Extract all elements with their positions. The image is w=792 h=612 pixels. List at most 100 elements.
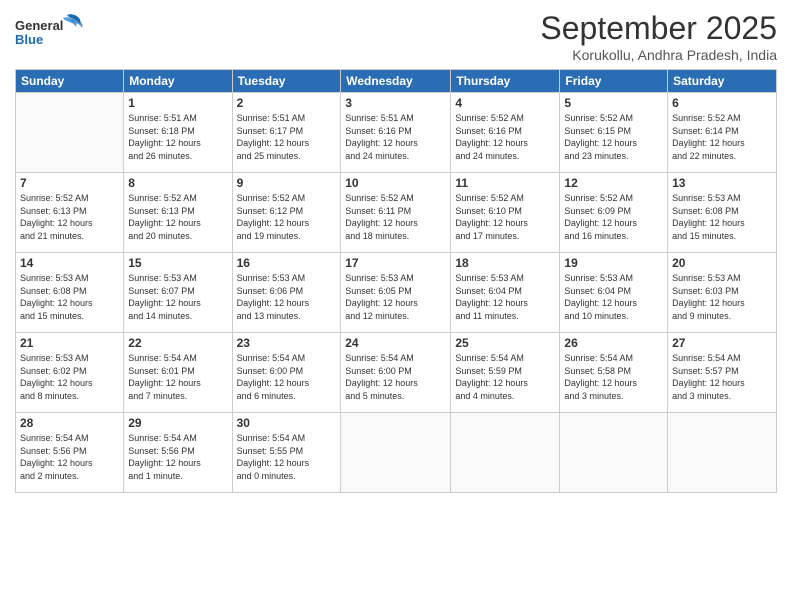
day-info: Sunrise: 5:53 AM Sunset: 6:05 PM Dayligh… — [345, 272, 446, 322]
day-info: Sunrise: 5:51 AM Sunset: 6:16 PM Dayligh… — [345, 112, 446, 162]
day-info: Sunrise: 5:52 AM Sunset: 6:12 PM Dayligh… — [237, 192, 337, 242]
day-number: 16 — [237, 256, 337, 270]
day-info: Sunrise: 5:52 AM Sunset: 6:13 PM Dayligh… — [20, 192, 119, 242]
calendar-cell — [668, 413, 777, 493]
calendar-cell: 13Sunrise: 5:53 AM Sunset: 6:08 PM Dayli… — [668, 173, 777, 253]
calendar-cell: 14 Sunrise: 5:53 AM Sunset: 6:08 PM Dayli… — [16, 253, 124, 333]
day-info: Sunrise: 5:53 AM Sunset: 6:06 PM Dayligh… — [237, 272, 337, 322]
calendar-cell — [341, 413, 451, 493]
day-number: 9 — [237, 176, 337, 190]
day-info: Sunrise: 5:53 AM Sunset: 6:02 PM Dayligh… — [20, 352, 119, 402]
calendar-cell: 26 Sunrise: 5:54 AM Sunset: 5:58 PM Dayli… — [560, 333, 668, 413]
calendar-cell: 22 Sunrise: 5:54 AM Sunset: 6:01 PM Dayli… — [124, 333, 232, 413]
day-number: 15 — [128, 256, 227, 270]
day-info: Sunrise: 5:54 AM Sunset: 5:57 PM Dayligh… — [672, 352, 772, 402]
title-block: September 2025 Korukollu, Andhra Pradesh… — [540, 10, 777, 63]
calendar: SundayMondayTuesdayWednesdayThursdayFrid… — [15, 69, 777, 493]
calendar-cell: 9 Sunrise: 5:52 AM Sunset: 6:12 PM Daylig… — [232, 173, 341, 253]
day-info: Sunrise: 5:52 AM Sunset: 6:15 PM Dayligh… — [564, 112, 663, 162]
week-row-1: 1 Sunrise: 5:51 AM Sunset: 6:18 PM Daylig… — [16, 93, 777, 173]
day-info: Sunrise: 5:54 AM Sunset: 5:56 PM Dayligh… — [20, 432, 119, 482]
day-info: Sunrise: 5:52 AM Sunset: 6:14 PM Dayligh… — [672, 112, 772, 162]
day-number: 30 — [237, 416, 337, 430]
day-info: Sunrise: 5:54 AM Sunset: 5:56 PM Dayligh… — [128, 432, 227, 482]
day-info: Sunrise: 5:52 AM Sunset: 6:10 PM Dayligh… — [455, 192, 555, 242]
day-info: Sunrise: 5:53 AM Sunset: 6:08 PM Dayligh… — [20, 272, 119, 322]
day-info: Sunrise: 5:52 AM Sunset: 6:16 PM Dayligh… — [455, 112, 555, 162]
day-number: 29 — [128, 416, 227, 430]
day-number: 14 — [20, 256, 119, 270]
day-number: 28 — [20, 416, 119, 430]
day-number: 10 — [345, 176, 446, 190]
calendar-cell — [451, 413, 560, 493]
day-number: 8 — [128, 176, 227, 190]
day-info: Sunrise: 5:54 AM Sunset: 6:00 PM Dayligh… — [345, 352, 446, 402]
weekday-sunday: Sunday — [16, 70, 124, 93]
day-info: Sunrise: 5:54 AM Sunset: 5:58 PM Dayligh… — [564, 352, 663, 402]
day-info: Sunrise: 5:52 AM Sunset: 6:11 PM Dayligh… — [345, 192, 446, 242]
day-number: 7 — [20, 176, 119, 190]
calendar-cell — [560, 413, 668, 493]
day-number: 5 — [564, 96, 663, 110]
day-info: Sunrise: 5:51 AM Sunset: 6:17 PM Dayligh… — [237, 112, 337, 162]
day-number: 20 — [672, 256, 772, 270]
weekday-friday: Friday — [560, 70, 668, 93]
day-info: Sunrise: 5:52 AM Sunset: 6:13 PM Dayligh… — [128, 192, 227, 242]
day-info: Sunrise: 5:53 AM Sunset: 6:07 PM Dayligh… — [128, 272, 227, 322]
day-info: Sunrise: 5:54 AM Sunset: 5:55 PM Dayligh… — [237, 432, 337, 482]
day-info: Sunrise: 5:54 AM Sunset: 6:01 PM Dayligh… — [128, 352, 227, 402]
day-info: Sunrise: 5:53 AM Sunset: 6:03 PM Dayligh… — [672, 272, 772, 322]
day-number: 22 — [128, 336, 227, 350]
calendar-cell: 21Sunrise: 5:53 AM Sunset: 6:02 PM Dayli… — [16, 333, 124, 413]
day-number: 1 — [128, 96, 227, 110]
weekday-wednesday: Wednesday — [341, 70, 451, 93]
day-number: 26 — [564, 336, 663, 350]
day-info: Sunrise: 5:54 AM Sunset: 5:59 PM Dayligh… — [455, 352, 555, 402]
svg-text:Blue: Blue — [15, 32, 43, 47]
calendar-cell: 11Sunrise: 5:52 AM Sunset: 6:10 PM Dayli… — [451, 173, 560, 253]
weekday-saturday: Saturday — [668, 70, 777, 93]
month-title: September 2025 — [540, 10, 777, 47]
calendar-cell: 7 Sunrise: 5:52 AM Sunset: 6:13 PM Daylig… — [16, 173, 124, 253]
calendar-cell: 16 Sunrise: 5:53 AM Sunset: 6:06 PM Dayli… — [232, 253, 341, 333]
week-row-4: 21Sunrise: 5:53 AM Sunset: 6:02 PM Dayli… — [16, 333, 777, 413]
svg-text:General: General — [15, 18, 63, 33]
calendar-cell: 23 Sunrise: 5:54 AM Sunset: 6:00 PM Dayli… — [232, 333, 341, 413]
calendar-cell: 15 Sunrise: 5:53 AM Sunset: 6:07 PM Dayli… — [124, 253, 232, 333]
calendar-cell: 27 Sunrise: 5:54 AM Sunset: 5:57 PM Dayli… — [668, 333, 777, 413]
day-number: 13 — [672, 176, 772, 190]
weekday-header-row: SundayMondayTuesdayWednesdayThursdayFrid… — [16, 70, 777, 93]
day-number: 17 — [345, 256, 446, 270]
day-number: 12 — [564, 176, 663, 190]
day-info: Sunrise: 5:53 AM Sunset: 6:04 PM Dayligh… — [455, 272, 555, 322]
calendar-cell: 4 Sunrise: 5:52 AM Sunset: 6:16 PM Daylig… — [451, 93, 560, 173]
calendar-cell — [16, 93, 124, 173]
calendar-cell: 29 Sunrise: 5:54 AM Sunset: 5:56 PM Dayli… — [124, 413, 232, 493]
calendar-cell: 20 Sunrise: 5:53 AM Sunset: 6:03 PM Dayli… — [668, 253, 777, 333]
weekday-tuesday: Tuesday — [232, 70, 341, 93]
day-number: 4 — [455, 96, 555, 110]
calendar-cell: 5 Sunrise: 5:52 AM Sunset: 6:15 PM Daylig… — [560, 93, 668, 173]
day-info: Sunrise: 5:53 AM Sunset: 6:04 PM Dayligh… — [564, 272, 663, 322]
day-number: 23 — [237, 336, 337, 350]
calendar-cell: 10 Sunrise: 5:52 AM Sunset: 6:11 PM Dayli… — [341, 173, 451, 253]
calendar-cell: 6 Sunrise: 5:52 AM Sunset: 6:14 PM Daylig… — [668, 93, 777, 173]
calendar-cell: 3 Sunrise: 5:51 AM Sunset: 6:16 PM Daylig… — [341, 93, 451, 173]
day-number: 6 — [672, 96, 772, 110]
calendar-cell: 2Sunrise: 5:51 AM Sunset: 6:17 PM Daylig… — [232, 93, 341, 173]
day-number: 19 — [564, 256, 663, 270]
weekday-monday: Monday — [124, 70, 232, 93]
calendar-cell: 28 Sunrise: 5:54 AM Sunset: 5:56 PM Dayli… — [16, 413, 124, 493]
logo: General Blue — [15, 10, 95, 55]
calendar-cell: 25Sunrise: 5:54 AM Sunset: 5:59 PM Dayli… — [451, 333, 560, 413]
calendar-cell: 24 Sunrise: 5:54 AM Sunset: 6:00 PM Dayli… — [341, 333, 451, 413]
day-info: Sunrise: 5:54 AM Sunset: 6:00 PM Dayligh… — [237, 352, 337, 402]
day-number: 24 — [345, 336, 446, 350]
logo-svg: General Blue — [15, 10, 95, 55]
location: Korukollu, Andhra Pradesh, India — [540, 47, 777, 63]
day-info: Sunrise: 5:51 AM Sunset: 6:18 PM Dayligh… — [128, 112, 227, 162]
weekday-thursday: Thursday — [451, 70, 560, 93]
calendar-cell: 19 Sunrise: 5:53 AM Sunset: 6:04 PM Dayli… — [560, 253, 668, 333]
day-number: 27 — [672, 336, 772, 350]
day-number: 3 — [345, 96, 446, 110]
